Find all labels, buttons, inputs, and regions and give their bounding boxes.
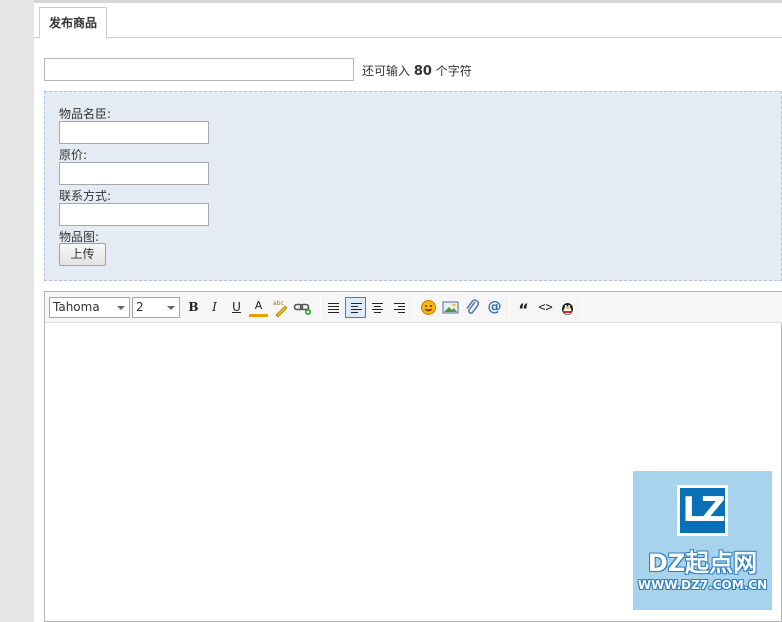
dz7-logo: LZ — [677, 485, 728, 536]
toolbar-separator — [414, 297, 415, 318]
subject-input[interactable] — [44, 58, 354, 81]
contact-input[interactable] — [59, 203, 209, 226]
char-hint-prefix: 还可输入 — [362, 64, 411, 78]
align-justify-icon[interactable] — [324, 298, 343, 317]
smiley-icon[interactable] — [419, 298, 438, 317]
watermark-url: WWW.DZ7.COM.CN — [637, 578, 768, 592]
editor-toolbar: Tahoma 2 B I U A abc @ “ <> — [45, 292, 782, 323]
char-hint-count: 80 — [413, 64, 432, 79]
underline-icon[interactable]: U — [227, 298, 246, 317]
toolbar-separator — [509, 297, 510, 318]
tab-bar: 发布商品 — [34, 3, 782, 39]
toolbar-separator — [582, 297, 583, 318]
tab-publish-goods[interactable]: 发布商品 — [39, 7, 108, 39]
quote-icon[interactable]: “ — [514, 298, 533, 319]
spellcheck-icon[interactable]: abc — [271, 298, 290, 318]
toolbar-separator — [320, 297, 321, 318]
italic-icon[interactable]: I — [205, 298, 224, 317]
watermark-brand-name: DZ起点网 — [647, 549, 758, 577]
qq-icon[interactable] — [558, 298, 577, 317]
char-hint-suffix: 个字符 — [435, 64, 472, 78]
forecolor-icon[interactable]: A — [249, 298, 268, 317]
align-left-icon[interactable] — [345, 297, 366, 318]
dz7-watermark: LZ DZ起点网 WWW.DZ7.COM.CN — [633, 471, 772, 610]
upload-button[interactable]: 上传 — [59, 243, 106, 266]
image-icon[interactable] — [441, 298, 460, 317]
original-price-input[interactable] — [59, 162, 209, 185]
left-gutter — [0, 0, 34, 622]
original-price-label: 原价: — [59, 148, 88, 162]
chevron-down-icon — [167, 306, 175, 310]
font-size-select[interactable]: 2 — [132, 297, 180, 318]
char-count-hint: 还可输入 80 个字符 — [362, 62, 472, 79]
bold-icon[interactable]: B — [184, 298, 203, 317]
goods-name-input[interactable] — [59, 121, 209, 144]
font-family-value: Tahoma — [53, 300, 100, 314]
font-size-value: 2 — [136, 300, 144, 314]
font-family-select[interactable]: Tahoma — [49, 297, 130, 318]
chevron-down-icon — [117, 306, 125, 310]
contact-label: 联系方式: — [59, 189, 112, 203]
spellcheck-text: abc — [273, 300, 284, 307]
goods-name-label: 物品名臣: — [59, 107, 112, 121]
at-mention-icon[interactable]: @ — [485, 298, 504, 317]
code-icon[interactable]: <> — [536, 298, 555, 317]
goods-info-panel: 物品名臣: 原价: 联系方式: 物品图: 上传 — [44, 91, 782, 281]
align-center-icon[interactable] — [368, 298, 387, 317]
link-icon[interactable] — [293, 298, 312, 317]
align-right-icon[interactable] — [390, 298, 409, 317]
attachment-icon[interactable] — [463, 298, 482, 317]
